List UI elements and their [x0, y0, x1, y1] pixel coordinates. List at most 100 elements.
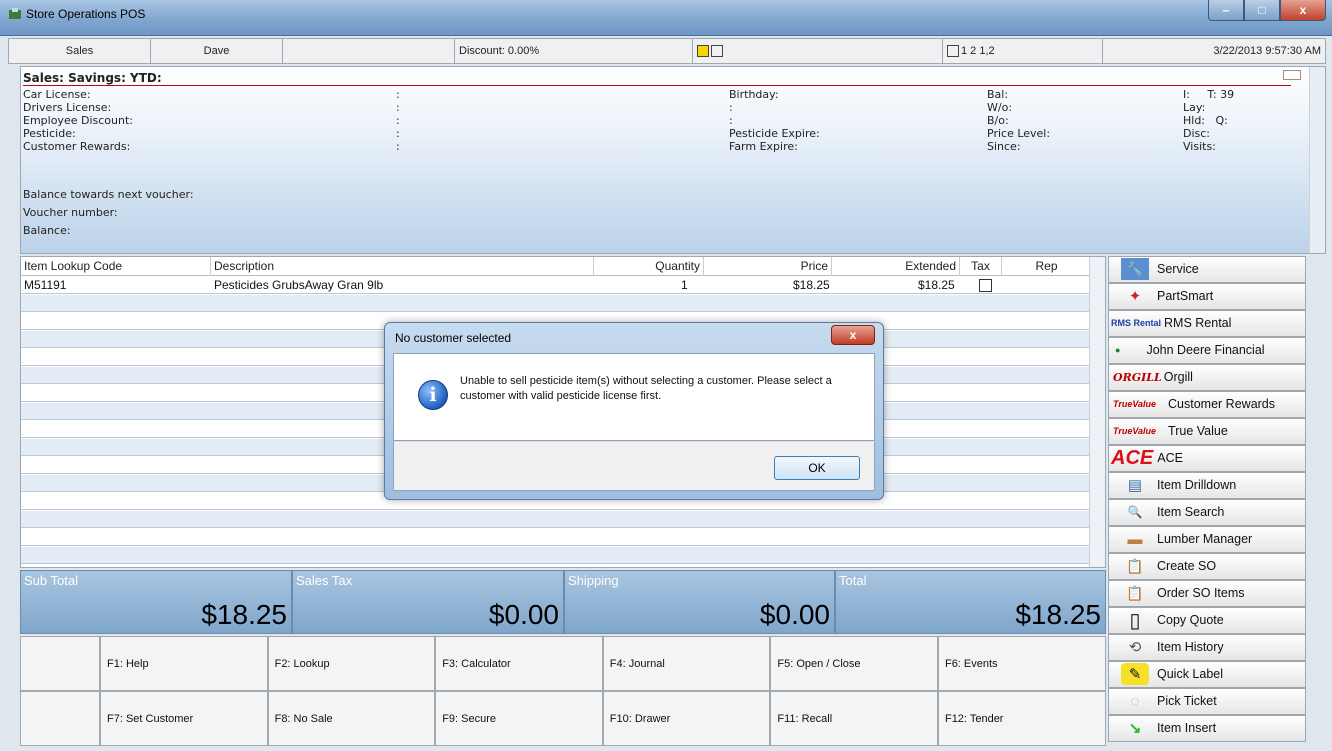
ok-button[interactable]: OK [774, 456, 860, 480]
partsmart-label: PartSmart [1157, 289, 1214, 304]
field-colon: : [396, 127, 400, 140]
customer-rewards-button[interactable]: TrueValue Customer Rewards [1108, 391, 1306, 418]
farm-expire-label: Farm Expire: [729, 140, 798, 153]
balance-label-2: Balance: [23, 224, 71, 237]
customer-rewards-label: Customer Rewards [1168, 397, 1276, 412]
minimize-button[interactable]: – [1208, 0, 1244, 21]
grid-scrollbar[interactable] [1089, 257, 1105, 567]
partsmart-button[interactable]: ✦ PartSmart [1108, 283, 1306, 310]
f6-events-button[interactable]: F6: Events [937, 636, 1106, 691]
true-value-button[interactable]: TrueValue True Value [1108, 418, 1306, 445]
maximize-button[interactable]: □ [1244, 0, 1280, 21]
f10-drawer-button[interactable]: F10: Drawer [602, 691, 771, 746]
drawer-icons [693, 39, 943, 63]
total-value: $18.25 [1015, 599, 1101, 630]
item-code: M51191 [24, 278, 67, 292]
f1-help-button[interactable]: F1: Help [100, 636, 268, 691]
clipboard-icon: 📋 [1126, 584, 1144, 601]
employee-discount-label: Employee Discount: [23, 114, 133, 127]
service-button[interactable]: 🔧 Service [1108, 256, 1306, 283]
f9-secure-button[interactable]: F9: Secure [435, 691, 603, 746]
grid-header: Item Lookup Code Description Quantity Pr… [21, 257, 1091, 276]
status-empty [283, 39, 455, 63]
item-drilldown-button[interactable]: ▤ Item Drilldown [1108, 472, 1306, 499]
dialog-message: Unable to sell pesticide item(s) without… [460, 375, 832, 402]
table-row[interactable] [21, 511, 1091, 528]
service-label: Service [1157, 262, 1199, 277]
customer-sales-header: Sales: Savings: YTD: [23, 71, 1291, 86]
true-value-label: True Value [1168, 424, 1228, 439]
fkey-blank[interactable] [20, 691, 100, 746]
register-info-text: 1 2 1,2 [961, 45, 995, 57]
item-search-label: Item Search [1157, 505, 1225, 520]
item-insert-button[interactable]: ↘ Item Insert [1108, 715, 1306, 742]
copy-quote-button[interactable]: ▯ Copy Quote [1108, 607, 1306, 634]
item-history-button[interactable]: ⟲ Item History [1108, 634, 1306, 661]
shipping-value: $0.00 [759, 599, 830, 630]
true-value-logo: TrueValue [1113, 426, 1157, 437]
close-button[interactable]: x [1280, 0, 1326, 21]
quick-label-button[interactable]: ✎ Quick Label [1108, 661, 1306, 688]
f12-tender-button[interactable]: F12: Tender [937, 691, 1106, 746]
ticket-icon: ◌ [1130, 692, 1140, 710]
ace-button[interactable]: ACE ACE [1108, 445, 1306, 472]
lumber-manager-button[interactable]: ▬ Lumber Manager [1108, 526, 1306, 553]
wrench-icon: 🔧 [1121, 258, 1149, 281]
voucher-balance-label: Balance towards next voucher: [23, 188, 194, 201]
transactions-label: I: T: 39 [1183, 88, 1235, 101]
item-search-button[interactable]: 🔍 Item Search [1108, 499, 1306, 526]
tax-checkbox[interactable] [979, 279, 992, 292]
function-keys: F1: Help F2: Lookup F3: Calculator F4: J… [20, 636, 1106, 746]
col-quantity[interactable]: Quantity [594, 257, 704, 276]
john-deere-logo: ● [1115, 345, 1121, 356]
col-price[interactable]: Price [704, 257, 832, 276]
datetime: 3/22/2013 9:57:30 AM [1213, 45, 1321, 57]
fkey-blank[interactable] [20, 636, 100, 691]
create-so-button[interactable]: 📋 Create SO [1108, 553, 1306, 580]
col-item-lookup-code[interactable]: Item Lookup Code [21, 257, 211, 276]
rms-rental-button[interactable]: RMS Rental RMS Rental [1108, 310, 1306, 337]
field-colon: : [396, 101, 400, 114]
table-row[interactable] [21, 295, 1091, 312]
side-button-panel: 🔧 Service ✦ PartSmart RMS Rental RMS Ren… [1108, 256, 1306, 748]
order-so-items-button[interactable]: 📋 Order SO Items [1108, 580, 1306, 607]
dialog-close-button[interactable]: x [831, 325, 875, 345]
f7-set-customer-button[interactable]: F7: Set Customer [100, 691, 268, 746]
table-row[interactable] [21, 547, 1091, 564]
field-colon: : [729, 114, 733, 127]
john-deere-financial-button[interactable]: ● John Deere Financial [1108, 337, 1306, 364]
since-label: Since: [987, 140, 1021, 153]
field-colon: : [396, 88, 400, 101]
col-extended[interactable]: Extended [832, 257, 960, 276]
col-tax[interactable]: Tax [960, 257, 1002, 276]
f2-lookup-button[interactable]: F2: Lookup [267, 636, 436, 691]
col-rep[interactable]: Rep [1002, 257, 1091, 276]
ace-label: ACE [1157, 451, 1183, 466]
orgill-logo: ORGILL [1113, 370, 1162, 384]
car-license-label: Car License: [23, 88, 91, 101]
f8-no-sale-button[interactable]: F8: No Sale [267, 691, 436, 746]
document-icon: ▯ [1129, 609, 1141, 632]
f5-open-close-button[interactable]: F5: Open / Close [770, 636, 938, 691]
order-so-items-label: Order SO Items [1157, 586, 1245, 601]
table-row[interactable]: M51191 Pesticides GrubsAway Gran 9lb 1 $… [21, 277, 1091, 294]
f3-calculator-button[interactable]: F3: Calculator [435, 636, 603, 691]
discount-label: Disc: [1183, 127, 1211, 140]
field-colon: : [396, 140, 400, 153]
col-description[interactable]: Description [211, 257, 594, 276]
subtotal-value: $18.25 [201, 599, 287, 630]
quick-label-label: Quick Label [1157, 667, 1224, 682]
lumber-icon: ▬ [1127, 530, 1143, 548]
magnifier-icon: 🔍 [1127, 505, 1143, 520]
f4-journal-button[interactable]: F4: Journal [602, 636, 771, 691]
table-row[interactable] [21, 529, 1091, 546]
pick-ticket-button[interactable]: ◌ Pick Ticket [1108, 688, 1306, 715]
copy-quote-label: Copy Quote [1157, 613, 1224, 628]
orgill-button[interactable]: ORGILL Orgill [1108, 364, 1306, 391]
insert-icon: ↘ [1128, 720, 1142, 738]
customer-panel-scrollbar[interactable] [1309, 67, 1325, 253]
f11-recall-button[interactable]: F11: Recall [770, 691, 938, 746]
item-price: $18.25 [793, 278, 830, 292]
history-icon: ⟲ [1128, 639, 1142, 657]
rms-rental-label: RMS Rental [1164, 316, 1232, 331]
